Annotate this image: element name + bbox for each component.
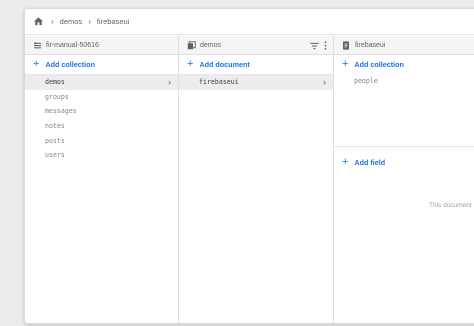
list-item-label: groups [45,92,69,101]
add-subcollection-label: Add collection [354,60,404,69]
divider [333,146,474,147]
list-item-demos[interactable]: demos › [25,75,178,90]
collection-column: demos + Add document firebaseui › [179,36,334,323]
breadcrumb: › demos › firebaseui [25,9,474,35]
add-collection-label: Add collection [45,60,95,69]
collection-icon [187,40,196,50]
plus-icon: + [341,156,349,168]
database-stack-icon [33,41,42,50]
home-icon[interactable] [33,16,45,28]
list-item-users[interactable]: users [25,148,178,163]
add-subcollection-button[interactable]: + Add collection [334,55,474,74]
more-vert-icon[interactable] [324,41,327,52]
firestore-data-panel: › demos › firebaseui fir-manual-50616 + … [24,8,474,324]
add-document-button[interactable]: + Add document [179,55,333,74]
list-item-posts[interactable]: posts [25,133,178,148]
plus-icon: + [33,58,40,70]
empty-document-note: This document [428,202,472,209]
breadcrumb-item-firebaseui[interactable]: firebaseui [97,17,130,26]
chevron-right-icon: › [322,77,326,87]
add-collection-button[interactable]: + Add collection [25,55,178,74]
list-item-messages[interactable]: messages [25,104,178,119]
plus-icon: + [187,58,194,70]
list-item-label: messages [45,107,77,116]
document-icon [342,40,351,50]
list-item-label: users [45,151,65,160]
chevron-right-icon: › [168,77,171,87]
list-item-label: notes [45,122,65,131]
document-title: firebaseui [354,41,386,49]
add-field-label: Add field [354,158,386,167]
document-column-header: firebaseui [333,36,474,55]
add-field-button[interactable]: + Add field [334,153,474,172]
collection-list: demos › groups messages notes posts user… [25,75,178,163]
add-document-label: Add document [199,60,250,69]
collection-column-header: demos [179,36,333,55]
subcollection-item-people[interactable]: people [334,74,474,88]
list-item-label: posts [45,136,65,145]
document-column: firebaseui + Add collection people + Add… [333,36,474,323]
breadcrumb-item-demos[interactable]: demos [60,17,83,26]
subcollection-label: people [353,77,378,85]
document-list: firebaseui › [179,75,333,90]
filter-icon[interactable] [310,42,319,52]
project-column-header: fir-manual-50616 [25,36,178,55]
collection-header-tools [310,41,327,52]
chevron-right-icon: › [51,17,54,26]
collection-title: demos [200,41,222,49]
plus-icon: + [341,58,349,70]
list-item-label: demos [45,78,65,87]
chevron-right-icon: › [88,17,91,26]
project-column: fir-manual-50616 + Add collection demos … [25,36,179,323]
list-item-notes[interactable]: notes [25,119,178,134]
list-item-label: firebaseui [199,78,239,87]
data-columns: fir-manual-50616 + Add collection demos … [25,36,474,323]
list-item-firebaseui[interactable]: firebaseui › [179,75,333,90]
project-title: fir-manual-50616 [46,41,99,49]
list-item-groups[interactable]: groups [25,90,178,105]
